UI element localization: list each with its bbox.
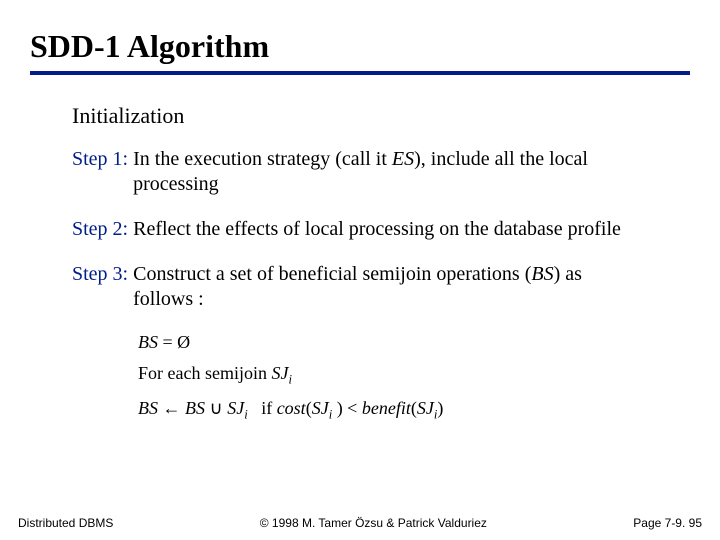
step-3-body: Construct a set of beneficial semijoin o… <box>133 262 633 312</box>
formula-line-3: BS ← BS ∪ SJi if cost(SJi ) < benefit(SJ… <box>138 398 690 423</box>
formula-block: BS = Ø For each semijoin SJi BS ← BS ∪ S… <box>138 332 690 422</box>
step-2-label: Step 2: <box>72 217 128 242</box>
formula-line-1: BS = Ø <box>138 332 690 353</box>
step-2-body: Reflect the effects of local processing … <box>133 217 621 242</box>
title-underline <box>30 71 690 75</box>
step-1-label: Step 1: <box>72 147 128 172</box>
footer-right: Page 7-9. 95 <box>633 516 702 530</box>
step-2: Step 2: Reflect the effects of local pro… <box>72 217 690 242</box>
step-3-label: Step 3: <box>72 262 128 287</box>
step-1-body: In the execution strategy (call it ES), … <box>133 147 633 197</box>
footer: Distributed DBMS © 1998 M. Tamer Özsu & … <box>0 516 720 530</box>
section-heading: Initialization <box>72 103 690 129</box>
step-1: Step 1: In the execution strategy (call … <box>72 147 690 197</box>
slide-title: SDD-1 Algorithm <box>30 28 690 65</box>
footer-left: Distributed DBMS <box>18 516 113 530</box>
footer-center: © 1998 M. Tamer Özsu & Patrick Valduriez <box>260 516 487 530</box>
step-3: Step 3: Construct a set of beneficial se… <box>72 262 690 312</box>
formula-line-2: For each semijoin SJi <box>138 363 690 388</box>
